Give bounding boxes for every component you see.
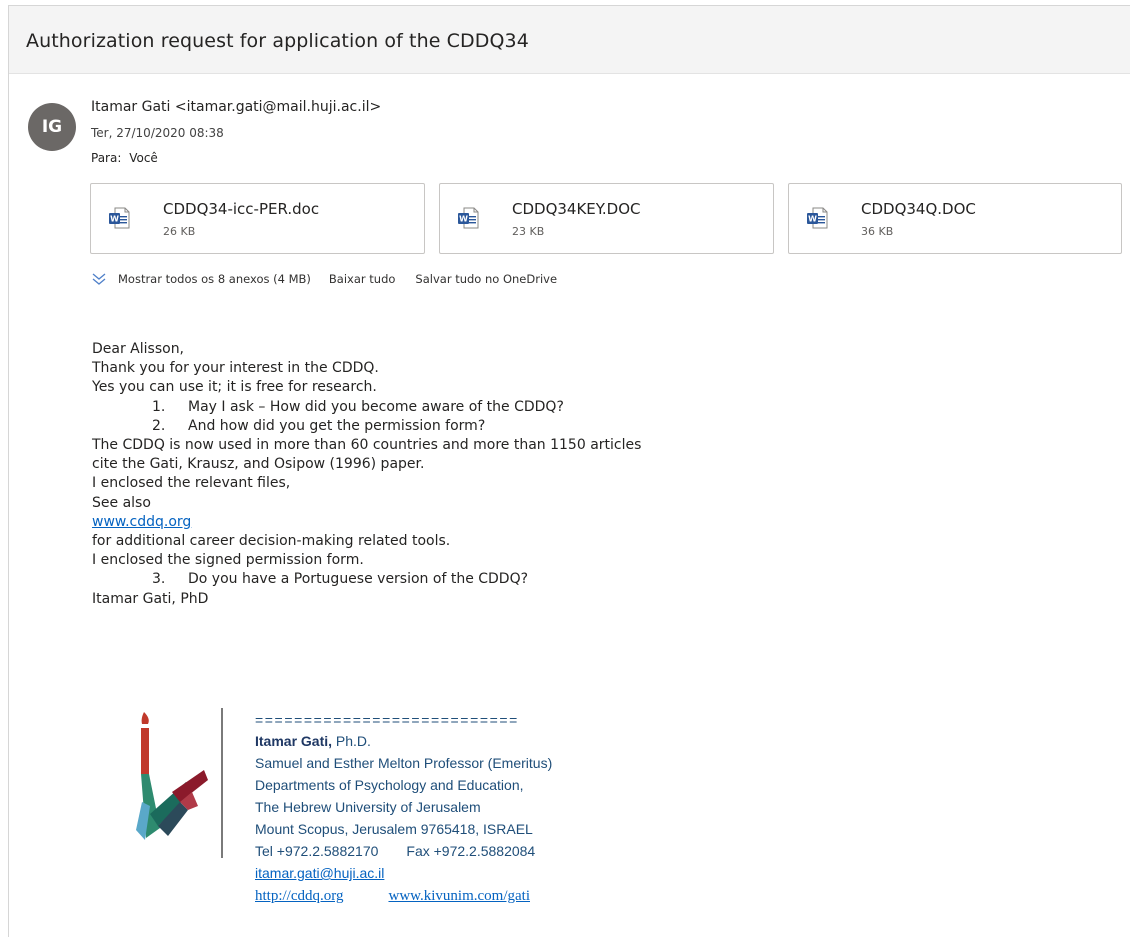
signature-cddq-link[interactable]: http://cddq.org [255,888,343,904]
avatar-initials: IG [41,117,63,137]
list-number: 2. [152,417,166,434]
list-text: Do you have a Portuguese version of the … [188,571,529,588]
attachment-size: 23 KB [512,225,545,238]
body-line: Yes you can use it; it is free for resea… [92,379,377,396]
list-text: And how did you get the permission form? [188,417,486,434]
attachment-name: CDDQ34KEY.DOC [512,200,641,218]
signature-title: Samuel and Esther Melton Professor (Emer… [255,755,553,771]
download-all-link[interactable]: Baixar tudo [329,272,396,286]
attachment-size: 26 KB [163,225,196,238]
signature-separator: =========================== [255,712,519,728]
signature-university: The Hebrew University of Jerusalem [255,799,481,815]
subject-header: Authorization request for application of… [9,6,1130,74]
body-line: for additional career decision-making re… [92,533,451,550]
attachment-name: CDDQ34Q.DOC [861,200,976,218]
list-text: May I ask – How did you become aware of … [188,398,564,415]
svg-text:W: W [459,215,468,224]
attachment-name: CDDQ34-icc-PER.doc [163,200,320,218]
list-item: 1. May I ask – How did you become aware o… [92,398,641,417]
attachment-card-2[interactable]: W CDDQ34KEY.DOC 23 KB [439,183,774,254]
signature-kivunim-link[interactable]: www.kivunim.com/gati [388,888,530,904]
sender-avatar[interactable]: IG [28,103,76,151]
svg-text:W: W [808,215,817,224]
body-line: Dear Alisson, [92,341,185,357]
signature-department: Departments of Psychology and Education, [255,777,524,793]
list-number: 1. [152,398,166,415]
body-line: Itamar Gati, PhD [92,590,209,607]
signature-address: Mount Scopus, Jerusalem 9765418, ISRAEL [255,821,533,837]
sent-date: Ter, 27/10/2020 08:38 [91,126,224,140]
university-logo [136,712,208,840]
email-subject: Authorization request for application of… [26,30,529,52]
recipient-name[interactable]: Você [129,151,158,165]
svg-text:W: W [110,215,119,224]
show-all-attachments-link[interactable]: Mostrar todos os 8 anexos (4 MB) [118,272,311,286]
cddq-link[interactable]: www.cddq.org [92,514,191,530]
signature-tel: Tel +972.2.5882170 [255,843,379,859]
body-line: Thank you for your interest in the CDDQ. [92,360,379,377]
sender-name[interactable]: Itamar Gati <itamar.gati@mail.huji.ac.il… [91,99,381,115]
list-item: 3. Do you have a Portuguese version of th… [92,570,641,589]
word-doc-icon: W [109,207,130,229]
attachment-card-3[interactable]: W CDDQ34Q.DOC 36 KB [788,183,1122,254]
save-all-onedrive-link[interactable]: Salvar tudo no OneDrive [415,272,557,286]
body-line: I enclosed the relevant files, [92,475,291,492]
word-doc-icon: W [807,207,828,229]
list-item: 2. And how did you get the permission for… [92,417,641,436]
to-label: Para: [91,151,122,165]
email-body: Dear Alisson, Thank you for your interes… [92,340,641,609]
double-chevron-down-icon[interactable] [91,272,107,286]
recipient-line: Para: Você [91,151,158,165]
signature-divider [221,708,223,858]
attachment-size: 36 KB [861,225,894,238]
signature-email-link[interactable]: itamar.gati@huji.ac.il [255,865,384,881]
word-doc-icon: W [458,207,479,229]
signature-fax: Fax +972.2.5882084 [406,843,536,859]
body-line: cite the Gati, Krausz, and Osipow (1996)… [92,456,425,473]
body-line: The CDDQ is now used in more than 60 cou… [92,437,642,454]
signature-name: Itamar Gati, [255,733,333,749]
body-line: I enclosed the signed permission form. [92,552,364,569]
list-number: 3. [152,571,166,588]
attachment-card-1[interactable]: W CDDQ34-icc-PER.doc 26 KB [90,183,425,254]
body-line: See also [92,494,151,511]
email-signature: =========================== Itamar Gati,… [255,710,552,907]
attachment-actions: Mostrar todos os 8 anexos (4 MB) Baixar … [91,272,557,286]
signature-degree: Ph.D. [332,733,371,749]
